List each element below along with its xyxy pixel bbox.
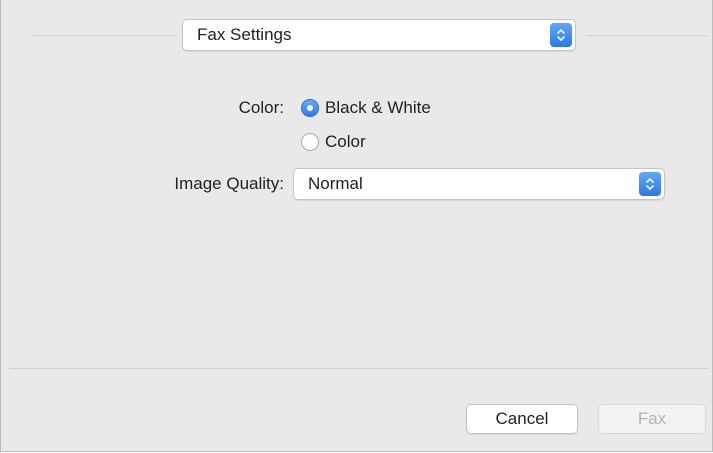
image-quality-value: Normal: [308, 174, 363, 193]
radio-black-white[interactable]: Black & White: [301, 98, 431, 118]
radio-black-white-label: Black & White: [325, 98, 431, 117]
fax-button[interactable]: Fax: [598, 404, 706, 434]
bottom-separator: [9, 368, 709, 369]
top-separator-left: [33, 35, 177, 36]
image-quality-popup[interactable]: Normal: [293, 168, 665, 200]
radio-color[interactable]: Color: [301, 132, 366, 152]
fax-settings-dialog: Fax Settings Color: Black & White Color …: [0, 0, 713, 452]
image-quality-label: Image Quality:: [174, 174, 284, 193]
cancel-button[interactable]: Cancel: [466, 404, 578, 434]
color-label: Color:: [238, 98, 284, 117]
top-separator-right: [586, 35, 708, 36]
pane-selector-value: Fax Settings: [197, 25, 292, 44]
up-down-arrows-icon: [639, 172, 661, 196]
up-down-arrows-icon: [550, 23, 572, 47]
radio-selected-icon[interactable]: [301, 99, 319, 117]
pane-selector-popup[interactable]: Fax Settings: [182, 19, 576, 51]
radio-color-label: Color: [325, 132, 366, 151]
radio-unselected-icon[interactable]: [301, 133, 319, 151]
